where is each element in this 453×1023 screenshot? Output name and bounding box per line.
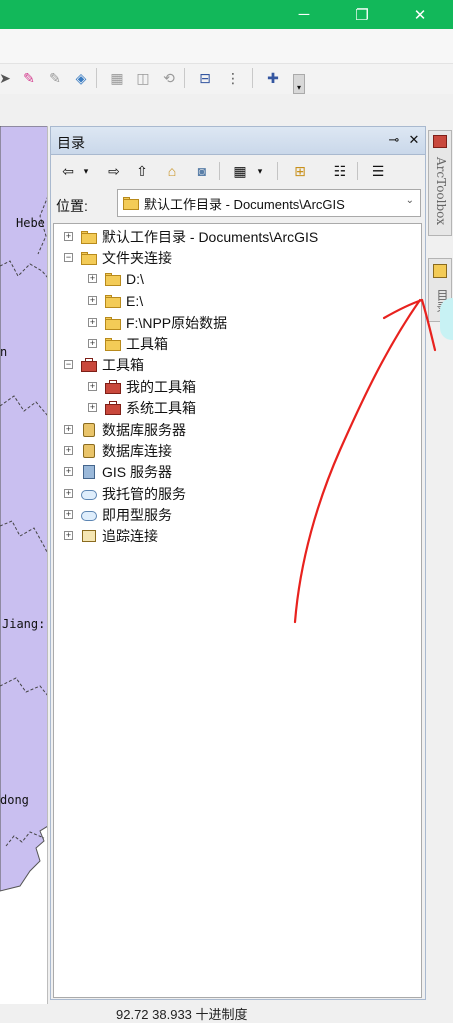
red-arrow-annotation	[293, 298, 437, 624]
coordinate-readout: 92.72 38.933 十进制度	[116, 1007, 248, 1022]
